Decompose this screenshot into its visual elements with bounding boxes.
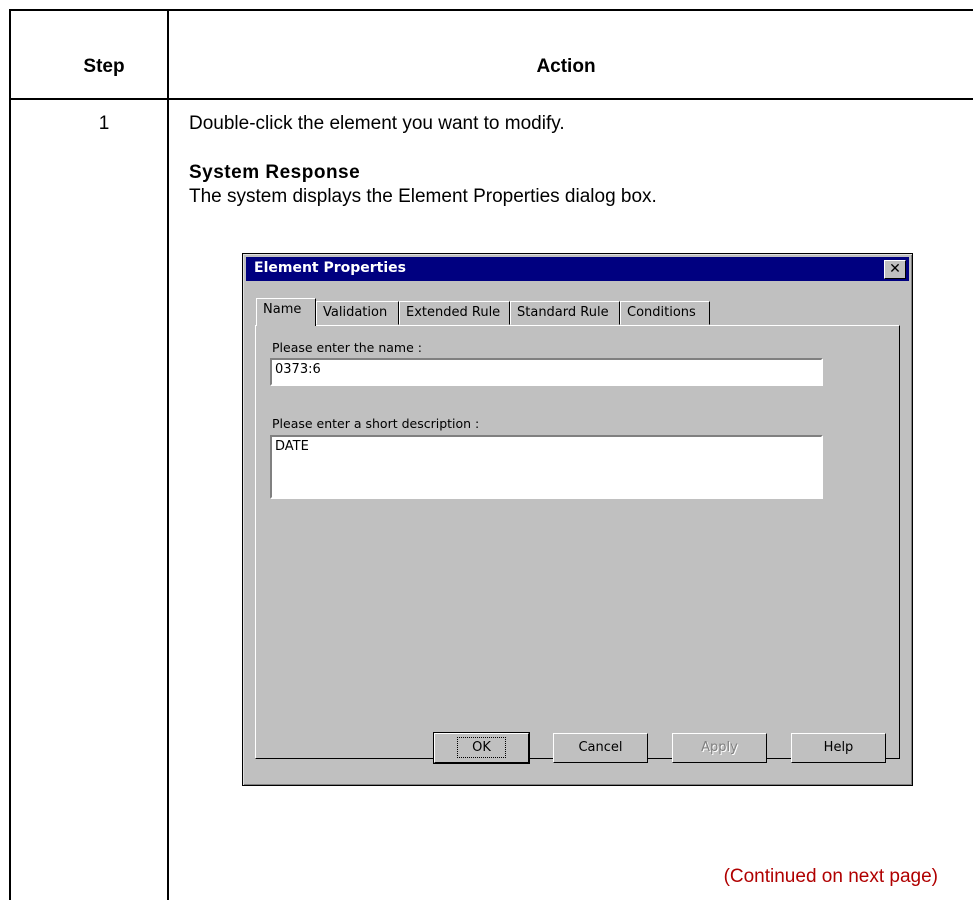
- table-header-divider: [9, 98, 973, 100]
- dialog-titlebar[interactable]: Element Properties ✕: [246, 257, 909, 281]
- step-number: 1: [98, 113, 110, 134]
- help-button[interactable]: Help: [791, 733, 886, 763]
- name-label: Please enter the name :: [272, 340, 422, 355]
- name-input[interactable]: 0373:6: [270, 358, 823, 386]
- table-border-left: [9, 9, 11, 900]
- tab-name[interactable]: Name: [256, 298, 316, 326]
- system-response-text: The system displays the Element Properti…: [189, 186, 657, 207]
- dialog-title: Element Properties: [254, 260, 406, 276]
- cancel-button[interactable]: Cancel: [553, 733, 648, 763]
- apply-button[interactable]: Apply: [672, 733, 767, 763]
- description-textarea[interactable]: DATE: [270, 435, 823, 499]
- continued-note: (Continued on next page): [723, 866, 938, 887]
- table-border-top: [9, 9, 973, 11]
- tab-conditions[interactable]: Conditions: [620, 301, 710, 325]
- tab-validation[interactable]: Validation: [316, 301, 399, 325]
- element-properties-dialog: Element Properties ✕ Name Validation Ext…: [242, 253, 913, 786]
- close-icon[interactable]: ✕: [884, 260, 906, 279]
- tab-standard-rule[interactable]: Standard Rule: [510, 301, 620, 325]
- action-text: Double-click the element you want to mod…: [189, 113, 565, 134]
- ok-button-label: OK: [457, 737, 506, 758]
- tab-extended-rule[interactable]: Extended Rule: [399, 301, 510, 325]
- header-action: Action: [536, 56, 596, 77]
- name-tab-panel: [255, 325, 900, 759]
- system-response-title: System Response: [189, 162, 361, 183]
- header-step: Step: [83, 56, 125, 77]
- description-label: Please enter a short description :: [272, 416, 480, 431]
- ok-button[interactable]: OK: [433, 732, 530, 764]
- table-column-divider: [167, 9, 169, 900]
